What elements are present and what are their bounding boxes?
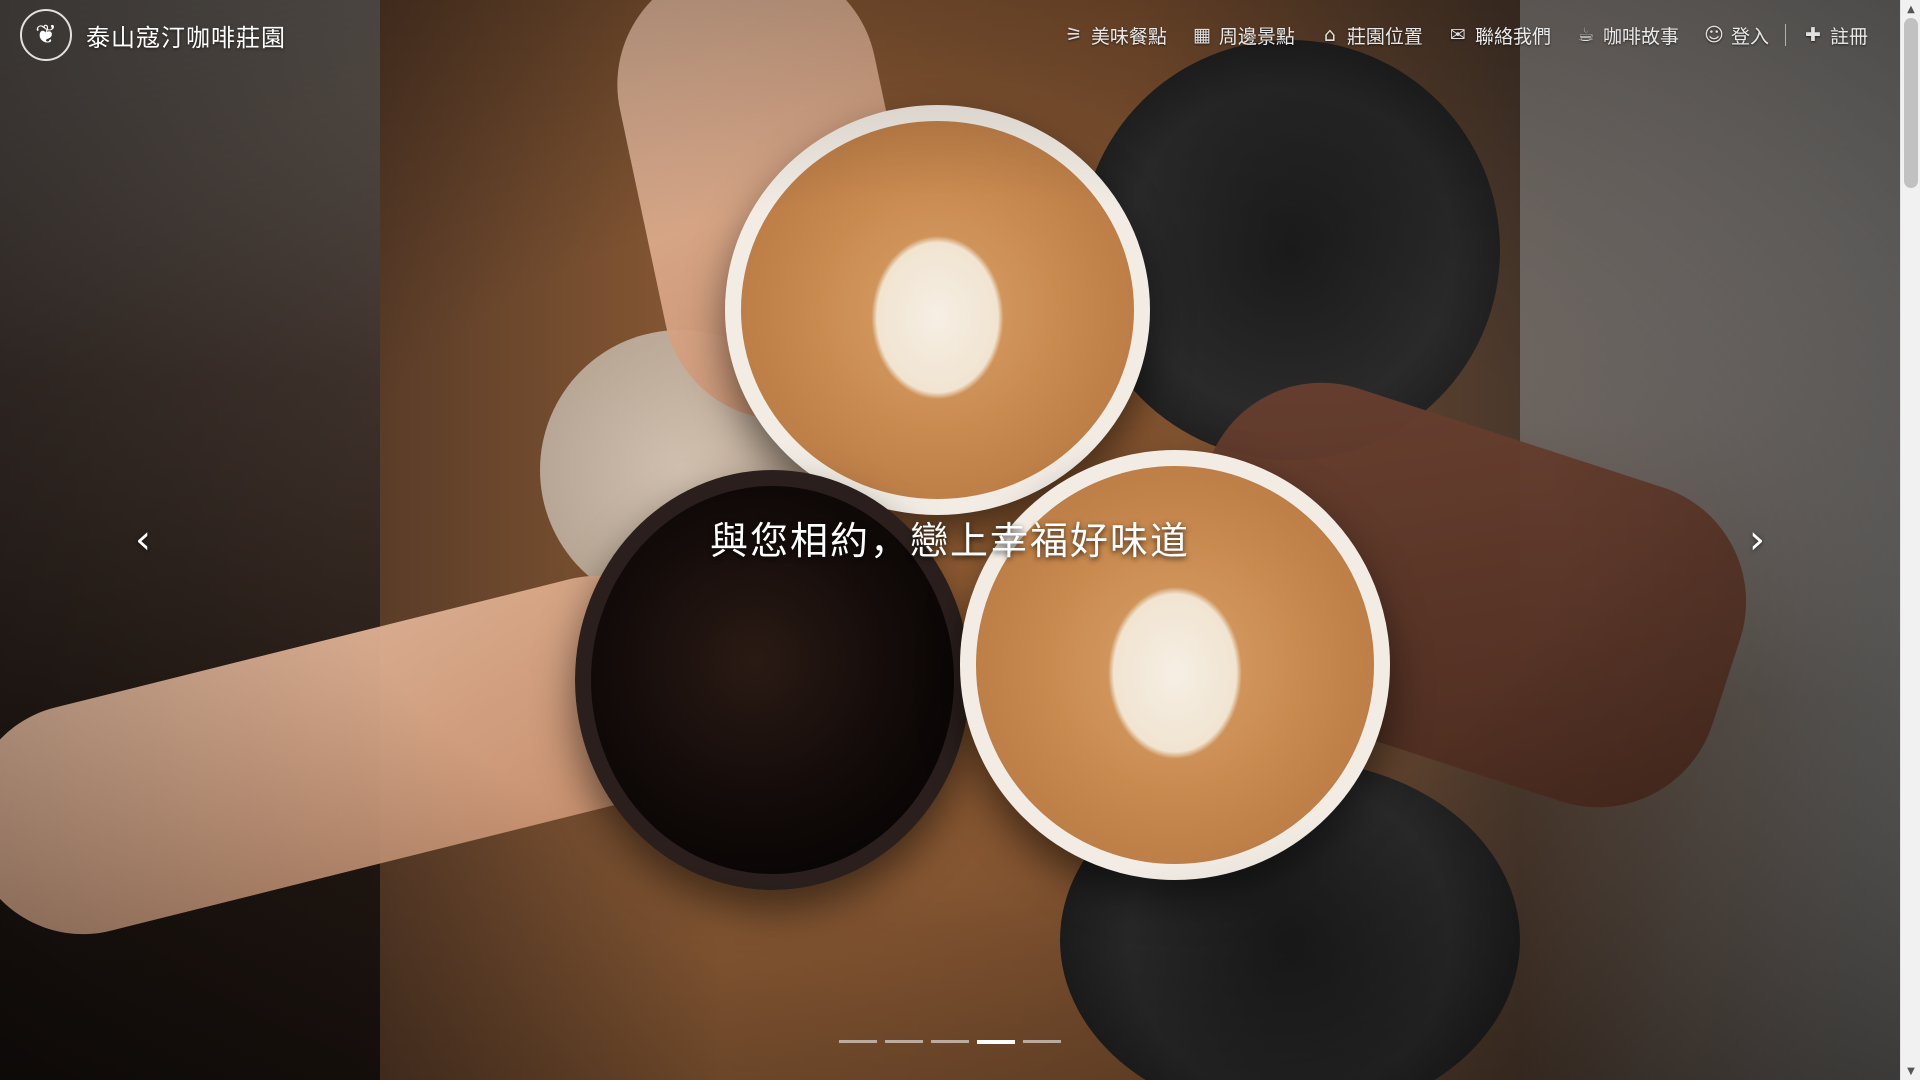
nav-item-label: 美味餐點 [1090, 25, 1167, 48]
scroll-down-arrow-icon[interactable]: ▼ [1901, 1062, 1920, 1080]
chevron-right-icon: › [1749, 517, 1765, 563]
plus-icon: ✚ [1805, 24, 1821, 46]
top-navbar: ❦ 泰山寇汀咖啡莊園 ⚞ 美味餐點 ▦ 周邊景點 ⌂ 莊園位置 ✉ 聯絡我們 ☕… [0, 0, 1900, 70]
laurel-crest-icon: ❦ [20, 9, 72, 61]
scroll-up-arrow-icon[interactable]: ▲ [1901, 0, 1920, 18]
nav-item-attractions[interactable]: ▦ 周邊景點 [1179, 22, 1307, 49]
nav-item-register[interactable]: ✚ 註冊 [1790, 22, 1880, 49]
coffee-cup-icon: ☕ [1577, 24, 1595, 46]
map-icon: ▦ [1192, 24, 1211, 46]
nav-divider [1784, 24, 1786, 46]
carousel-indicators [0, 1040, 1900, 1044]
chevron-left-icon: ‹ [135, 517, 151, 563]
carousel-indicator[interactable] [1023, 1040, 1061, 1043]
nav-item-story[interactable]: ☕ 咖啡故事 [1563, 22, 1691, 49]
nav-item-login[interactable]: ☺ 登入 [1691, 22, 1781, 49]
nav-item-label: 註冊 [1829, 25, 1868, 48]
nav-item-label: 莊園位置 [1346, 25, 1423, 48]
carousel-indicator-active[interactable] [977, 1040, 1015, 1044]
page-scrollbar[interactable]: ▲ ▼ [1900, 0, 1920, 1080]
carousel-indicator[interactable] [885, 1040, 923, 1043]
nav-item-label: 周邊景點 [1218, 25, 1295, 48]
nav-item-contact[interactable]: ✉ 聯絡我們 [1435, 22, 1563, 49]
scroll-thumb[interactable] [1904, 18, 1918, 188]
carousel-indicator[interactable] [931, 1040, 969, 1043]
carousel-caption: 與您相約，戀上幸福好味道 [709, 519, 1190, 563]
carousel-indicator[interactable] [839, 1040, 877, 1043]
building-icon: ⌂ [1323, 24, 1336, 46]
envelope-icon: ✉ [1449, 24, 1466, 46]
nav-item-menu[interactable]: ⚞ 美味餐點 [1051, 22, 1179, 49]
nav-item-location[interactable]: ⌂ 莊園位置 [1307, 22, 1435, 49]
brand-title: 泰山寇汀咖啡莊園 [86, 23, 286, 52]
smile-icon: ☺ [1704, 24, 1724, 46]
brand[interactable]: ❦ 泰山寇汀咖啡莊園 [20, 9, 286, 61]
carousel-prev-button[interactable]: ‹ [118, 515, 168, 565]
nav-item-label: 聯絡我們 [1474, 25, 1551, 48]
nav-item-label: 登入 [1730, 25, 1769, 48]
nav-menu: ⚞ 美味餐點 ▦ 周邊景點 ⌂ 莊園位置 ✉ 聯絡我們 ☕ 咖啡故事 ☺ 登入 … [1051, 22, 1880, 49]
fish-icon: ⚞ [1065, 24, 1083, 46]
nav-item-label: 咖啡故事 [1602, 25, 1679, 48]
carousel-next-button[interactable]: › [1732, 515, 1782, 565]
